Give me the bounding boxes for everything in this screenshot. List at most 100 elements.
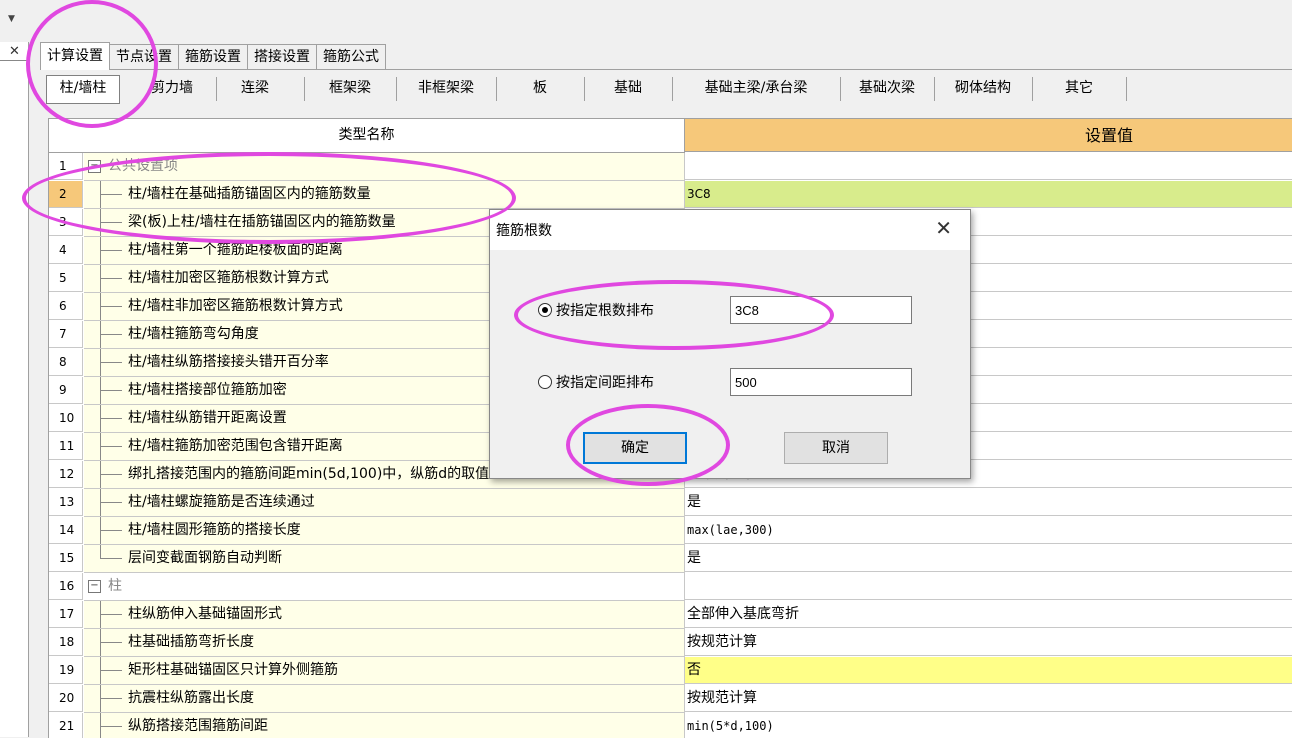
row-name-cell[interactable]: − 柱 xyxy=(84,573,685,601)
row-value-cell[interactable]: 否 xyxy=(685,657,1292,684)
tree-line xyxy=(100,642,122,643)
dialog-titlebar: 箍筋根数 ✕ xyxy=(490,210,970,250)
table-row[interactable]: 18 柱基础插筋弯折长度 按规范计算 xyxy=(49,629,1292,657)
close-icon[interactable]: ✕ xyxy=(9,44,20,59)
table-row[interactable]: 2 柱/墙柱在基础插筋锚固区内的箍筋数量 3C8 xyxy=(49,181,1292,209)
row-value-cell[interactable]: 按规范计算 xyxy=(685,685,1292,712)
row-number: 8 xyxy=(49,349,83,376)
radio-unchecked-icon[interactable] xyxy=(538,375,552,389)
tree-line xyxy=(100,446,122,447)
tree-line xyxy=(100,334,122,335)
row-value-cell[interactable]: 全部伸入基底弯折 xyxy=(685,601,1292,628)
radio-checked-icon[interactable] xyxy=(538,303,552,317)
row-name: 柱/墙柱在基础插筋锚固区内的箍筋数量 xyxy=(128,186,371,202)
tab-foundation-main-beam[interactable]: 基础主梁/承台梁 xyxy=(676,75,836,102)
row-name-cell[interactable]: 矩形柱基础锚固区只计算外侧箍筋 xyxy=(84,657,685,685)
radio-by-count-label: 按指定根数排布 xyxy=(556,303,654,319)
row-name-cell[interactable]: 柱纵筋伸入基础锚固形式 xyxy=(84,601,685,629)
table-row[interactable]: 21 纵筋搭接范围箍筋间距 min(5*d,100) xyxy=(49,713,1292,738)
row-value-cell[interactable]: 按规范计算 xyxy=(685,629,1292,656)
cancel-button[interactable]: 取消 xyxy=(784,432,888,464)
tab-column[interactable]: 柱/墙柱 xyxy=(46,75,120,104)
row-name-cell[interactable]: 柱/墙柱在基础插筋锚固区内的箍筋数量 xyxy=(84,181,685,209)
tab-separator xyxy=(840,77,841,101)
tab-node-settings[interactable]: 节点设置 xyxy=(109,44,179,70)
tree-line xyxy=(100,377,101,404)
stirrup-count-dialog: 箍筋根数 ✕ 按指定根数排布 按指定间距排布 确定 取消 xyxy=(489,209,971,479)
tab-separator xyxy=(1126,77,1127,101)
tab-shear-wall[interactable]: 剪力墙 xyxy=(132,75,212,102)
tab-stirrup-settings[interactable]: 箍筋设置 xyxy=(178,44,248,70)
tree-line xyxy=(100,349,101,376)
radio-by-count[interactable]: 按指定根数排布 xyxy=(538,300,654,322)
ok-button[interactable]: 确定 xyxy=(583,432,687,464)
row-value-cell[interactable]: 是 xyxy=(685,545,1292,572)
row-value-cell[interactable]: 3C8 xyxy=(685,181,1292,208)
spacing-input[interactable] xyxy=(730,368,912,396)
row-value-cell[interactable] xyxy=(685,573,1292,600)
row-name: 层间变截面钢筋自动判断 xyxy=(128,550,282,566)
collapse-icon[interactable]: − xyxy=(88,580,101,593)
row-name: 梁(板)上柱/墙柱在插筋锚固区内的箍筋数量 xyxy=(128,214,396,230)
row-number: 3 xyxy=(49,209,83,236)
table-row[interactable]: 14 柱/墙柱圆形箍筋的搭接长度 max(lae,300) xyxy=(49,517,1292,545)
close-icon[interactable]: ✕ xyxy=(935,216,952,240)
row-value-cell[interactable]: max(lae,300) xyxy=(685,517,1292,544)
tab-coupling-beam[interactable]: 连梁 xyxy=(220,75,290,102)
tree-line xyxy=(100,293,101,320)
table-row[interactable]: 13 柱/墙柱螺旋箍筋是否连续通过 是 xyxy=(49,489,1292,517)
tree-line xyxy=(100,433,101,460)
tree-line xyxy=(100,405,101,432)
dialog-title: 箍筋根数 xyxy=(496,223,552,239)
tab-foundation[interactable]: 基础 xyxy=(588,75,668,102)
tab-calc-settings[interactable]: 计算设置 xyxy=(40,42,110,70)
table-row[interactable]: 17 柱纵筋伸入基础锚固形式 全部伸入基底弯折 xyxy=(49,601,1292,629)
row-name-cell[interactable]: 层间变截面钢筋自动判断 xyxy=(84,545,685,573)
tree-line xyxy=(100,461,101,488)
table-row[interactable]: 16− 柱 xyxy=(49,573,1292,601)
column-header-value[interactable]: 设置值 xyxy=(685,119,1292,152)
tab-foundation-secondary-beam[interactable]: 基础次梁 xyxy=(844,75,930,102)
tab-separator xyxy=(304,77,305,101)
row-number: 16 xyxy=(49,573,83,600)
row-value-cell[interactable]: min(5*d,100) xyxy=(685,713,1292,738)
row-name: 抗震柱纵筋露出长度 xyxy=(128,690,254,706)
table-row[interactable]: 20 抗震柱纵筋露出长度 按规范计算 xyxy=(49,685,1292,713)
tab-other[interactable]: 其它 xyxy=(1036,75,1122,102)
tab-lap-settings[interactable]: 搭接设置 xyxy=(247,44,317,70)
row-name-cell[interactable]: 柱/墙柱圆形箍筋的搭接长度 xyxy=(84,517,685,545)
tree-line xyxy=(100,726,122,727)
tab-masonry[interactable]: 砌体结构 xyxy=(938,75,1028,102)
tree-line xyxy=(100,670,122,671)
row-name-cell[interactable]: 纵筋搭接范围箍筋间距 xyxy=(84,713,685,738)
row-name: 柱/墙柱加密区箍筋根数计算方式 xyxy=(128,270,329,286)
row-value-cell[interactable] xyxy=(685,153,1292,180)
count-input[interactable] xyxy=(730,296,912,324)
table-row[interactable]: 1− 公共设置项 xyxy=(49,153,1292,181)
row-name-cell[interactable]: − 公共设置项 xyxy=(84,153,685,181)
radio-by-spacing[interactable]: 按指定间距排布 xyxy=(538,372,654,394)
row-name: 绑扎搭接范围内的箍筋间距min(5d,100)中，纵筋d的取值 xyxy=(128,466,490,482)
tab-frame-beam[interactable]: 框架梁 xyxy=(308,75,392,102)
table-row[interactable]: 15 层间变截面钢筋自动判断 是 xyxy=(49,545,1292,573)
tree-line xyxy=(100,250,122,251)
row-name-cell[interactable]: 抗震柱纵筋露出长度 xyxy=(84,685,685,713)
row-name-cell[interactable]: 柱基础插筋弯折长度 xyxy=(84,629,685,657)
tab-non-frame-beam[interactable]: 非框架梁 xyxy=(400,75,492,102)
caret-down-icon[interactable]: ▼ xyxy=(8,14,15,24)
tree-line xyxy=(100,601,101,628)
collapse-icon[interactable]: − xyxy=(88,160,101,173)
tree-line xyxy=(100,237,101,264)
group-label: 柱 xyxy=(108,578,122,594)
row-value-cell[interactable]: 是 xyxy=(685,489,1292,516)
tree-line xyxy=(100,278,122,279)
row-name-cell[interactable]: 柱/墙柱螺旋箍筋是否连续通过 xyxy=(84,489,685,517)
tab-separator xyxy=(934,77,935,101)
top-toolbar-strip: ▼ xyxy=(0,0,1292,42)
column-header-name[interactable]: 类型名称 xyxy=(49,119,685,153)
table-row[interactable]: 19 矩形柱基础锚固区只计算外侧箍筋 否 xyxy=(49,657,1292,685)
tree-line xyxy=(100,181,101,208)
row-number: 20 xyxy=(49,685,83,712)
tab-slab[interactable]: 板 xyxy=(500,75,580,102)
tab-stirrup-formula[interactable]: 箍筋公式 xyxy=(316,44,386,70)
